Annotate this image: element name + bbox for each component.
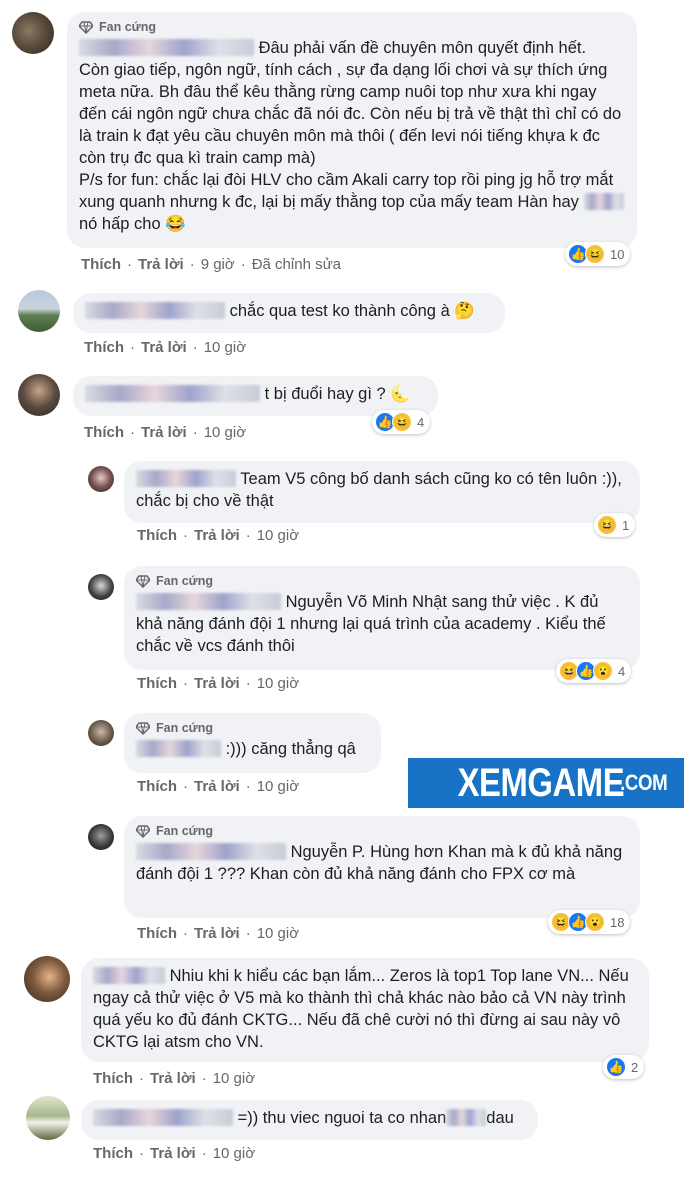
diamond-icon bbox=[136, 825, 150, 838]
author-name bbox=[446, 1109, 487, 1126]
fan-badge: Fan cứng bbox=[136, 720, 369, 736]
timestamp[interactable]: 10 giờ bbox=[204, 339, 246, 356]
author-name[interactable] bbox=[93, 967, 165, 984]
reply-button[interactable]: Trả lời bbox=[150, 1070, 196, 1087]
comment-actions: Thích · Trả lời · 10 giờ bbox=[93, 1145, 256, 1162]
haha-icon: 😆 bbox=[392, 412, 412, 432]
comment-actions: Thích · Trả lời · 9 giờ · Đã chỉnh sửa bbox=[81, 256, 341, 273]
avatar[interactable] bbox=[12, 12, 54, 54]
like-button[interactable]: Thích bbox=[93, 1070, 133, 1087]
reply-bubble: Fan cứng Nguyễn P. Hùng hơn Khan mà k đủ… bbox=[124, 816, 640, 918]
reaction-summary[interactable]: 😆 👍 😮 18 bbox=[548, 910, 631, 934]
diamond-icon bbox=[136, 722, 150, 735]
haha-icon: 😆 bbox=[585, 244, 605, 264]
like-button[interactable]: Thích bbox=[81, 256, 121, 273]
comment-actions: Thích · Trả lời · 10 giờ bbox=[84, 424, 247, 441]
comment-actions: Thích · Trả lời · 10 giờ bbox=[93, 1070, 256, 1087]
avatar[interactable] bbox=[18, 374, 60, 416]
like-button[interactable]: Thích bbox=[137, 925, 177, 942]
fan-badge: Fan cứng bbox=[79, 19, 625, 35]
reaction-summary[interactable]: 👍 😆 10 bbox=[565, 242, 631, 266]
comment-bubble: =)) thu viec nguoi ta co nhan dau bbox=[81, 1100, 538, 1140]
reply-button[interactable]: Trả lời bbox=[194, 675, 240, 692]
diamond-icon bbox=[136, 575, 150, 588]
reaction-summary[interactable]: 👍 2 bbox=[603, 1055, 645, 1079]
author-name[interactable] bbox=[136, 470, 236, 487]
comment-actions: Thích · Trả lời · 10 giờ bbox=[84, 339, 247, 356]
comment-actions: Thích · Trả lời · 10 giờ bbox=[137, 675, 300, 692]
timestamp[interactable]: 10 giờ bbox=[213, 1070, 255, 1087]
fan-badge: Fan cứng bbox=[136, 823, 628, 839]
reply-button[interactable]: Trả lời bbox=[194, 925, 240, 942]
comment-text: chắc qua test ko thành công à 🤔 bbox=[229, 302, 475, 320]
like-button[interactable]: Thích bbox=[137, 675, 177, 692]
reply-button[interactable]: Trả lời bbox=[138, 256, 184, 273]
author-name[interactable] bbox=[136, 593, 281, 610]
reply-button[interactable]: Trả lời bbox=[141, 339, 187, 356]
wow-icon: 😮 bbox=[593, 661, 613, 681]
timestamp[interactable]: 10 giờ bbox=[257, 675, 299, 692]
avatar[interactable] bbox=[88, 824, 114, 850]
comment-bubble: Fan cứng Đâu phải vấn đề chuyên môn quyế… bbox=[67, 12, 637, 248]
badge-label: Fan cứng bbox=[156, 721, 213, 735]
author-name[interactable] bbox=[85, 385, 260, 402]
timestamp[interactable]: 10 giờ bbox=[257, 925, 299, 942]
author-name[interactable] bbox=[136, 843, 286, 860]
badge-label: Fan cứng bbox=[156, 574, 213, 588]
author-name[interactable] bbox=[79, 39, 254, 56]
comment-bubble: Nhiu khi k hiểu các bạn lắm... Zeros là … bbox=[81, 958, 649, 1062]
author-name bbox=[583, 193, 624, 210]
reply-button[interactable]: Trả lời bbox=[194, 527, 240, 544]
like-button[interactable]: Thích bbox=[137, 778, 177, 795]
author-name[interactable] bbox=[85, 302, 225, 319]
reaction-summary[interactable]: 😆 👍 😮 4 bbox=[556, 659, 632, 683]
reply-bubble: Team V5 công bố danh sách cũng ko có tên… bbox=[124, 461, 640, 523]
reply-bubble: Fan cứng :))) căng thẳng qâ bbox=[124, 713, 381, 773]
avatar[interactable] bbox=[88, 720, 114, 746]
comment-text: =)) thu viec nguoi ta co nhan bbox=[237, 1109, 447, 1127]
reply-button[interactable]: Trả lời bbox=[150, 1145, 196, 1162]
wow-icon: 😮 bbox=[585, 912, 605, 932]
avatar[interactable] bbox=[24, 956, 70, 1002]
comment-text: Nhiu khi k hiểu các bạn lắm... Zeros là … bbox=[93, 967, 629, 1051]
comment-bubble: chắc qua test ko thành công à 🤔 bbox=[73, 293, 505, 333]
avatar[interactable] bbox=[18, 290, 60, 332]
like-icon: 👍 bbox=[606, 1057, 626, 1077]
comment-text: :))) căng thẳng qâ bbox=[225, 740, 356, 758]
badge-label: Fan cứng bbox=[99, 20, 156, 34]
timestamp[interactable]: 9 giờ bbox=[201, 256, 235, 273]
reply-button[interactable]: Trả lời bbox=[141, 424, 187, 441]
timestamp[interactable]: 10 giờ bbox=[204, 424, 246, 441]
author-name[interactable] bbox=[136, 740, 221, 757]
avatar[interactable] bbox=[88, 574, 114, 600]
like-button[interactable]: Thích bbox=[84, 424, 124, 441]
avatar[interactable] bbox=[26, 1096, 70, 1140]
timestamp[interactable]: 10 giờ bbox=[257, 527, 299, 544]
like-button[interactable]: Thích bbox=[137, 527, 177, 544]
comment-actions: Thích · Trả lời · 10 giờ bbox=[137, 925, 300, 942]
author-name[interactable] bbox=[93, 1109, 233, 1126]
edited-label[interactable]: Đã chỉnh sửa bbox=[252, 256, 341, 273]
reply-button[interactable]: Trả lời bbox=[194, 778, 240, 795]
watermark-logo: XEMGAME .COM bbox=[408, 758, 684, 808]
diamond-icon bbox=[79, 21, 93, 34]
like-button[interactable]: Thích bbox=[93, 1145, 133, 1162]
comment-text: t bị đuổi hay gì ? 🌜 bbox=[264, 385, 411, 403]
fan-badge: Fan cứng bbox=[136, 573, 628, 589]
timestamp[interactable]: 10 giờ bbox=[213, 1145, 255, 1162]
badge-label: Fan cứng bbox=[156, 824, 213, 838]
comment-actions: Thích · Trả lời · 10 giờ bbox=[137, 527, 300, 544]
haha-icon: 😆 bbox=[597, 515, 617, 535]
reaction-summary[interactable]: 👍 😆 4 bbox=[372, 410, 431, 434]
timestamp[interactable]: 10 giờ bbox=[257, 778, 299, 795]
avatar[interactable] bbox=[88, 466, 114, 492]
comment-text: Đâu phải vấn đề chuyên môn quyết định hế… bbox=[79, 37, 625, 235]
like-button[interactable]: Thích bbox=[84, 339, 124, 356]
reply-bubble: Fan cứng Nguyễn Võ Minh Nhật sang thử vi… bbox=[124, 566, 640, 670]
comment-actions: Thích · Trả lời · 10 giờ bbox=[137, 778, 300, 795]
reaction-summary[interactable]: 😆 1 bbox=[594, 513, 636, 537]
